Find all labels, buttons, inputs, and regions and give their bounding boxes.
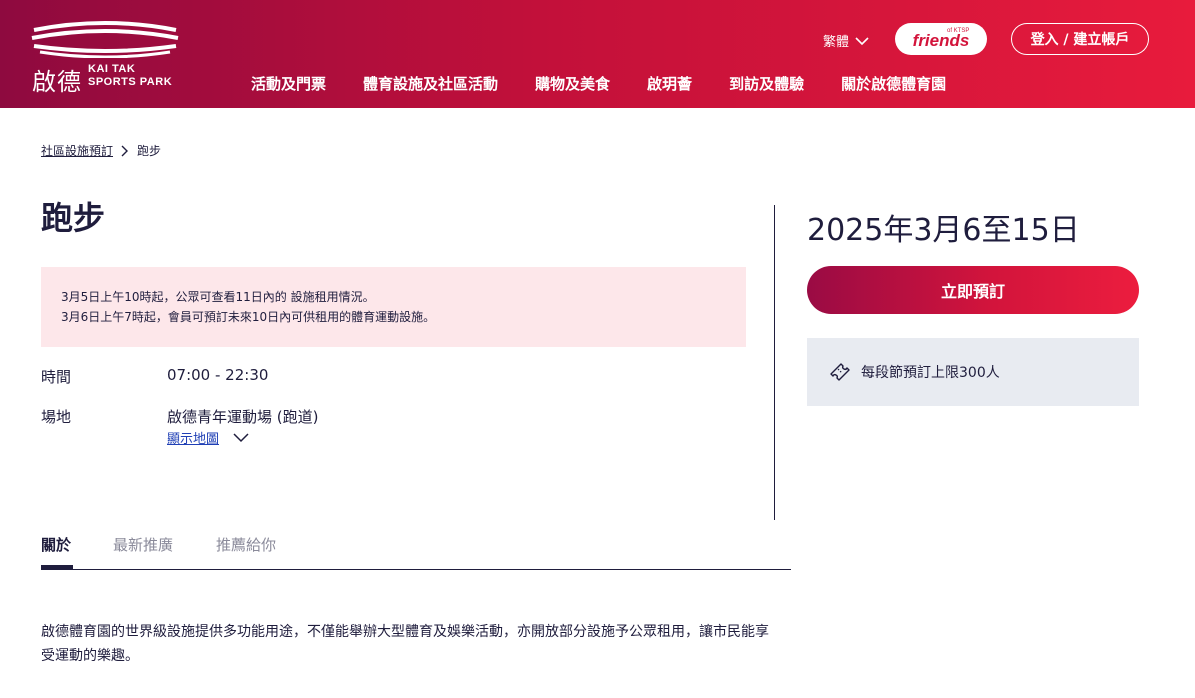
- time-value: 07:00 - 22:30: [167, 366, 269, 384]
- friends-label: friends: [912, 31, 970, 50]
- nav-item-visit[interactable]: 到訪及體驗: [729, 73, 804, 94]
- logo-english-name: KAI TAK SPORTS PARK: [88, 63, 172, 89]
- language-selector[interactable]: 繁體: [823, 31, 869, 50]
- logo-english-line1: KAI TAK: [88, 63, 136, 75]
- venue-label: 場地: [41, 408, 72, 426]
- chevron-down-icon: [855, 36, 869, 45]
- nav-item-about[interactable]: 關於啟德體育園: [841, 73, 946, 94]
- book-now-button[interactable]: 立即預訂: [807, 266, 1139, 314]
- nav-item-facilities[interactable]: 體育設施及社區活動: [363, 73, 498, 94]
- site-header: 啟德 KAI TAK SPORTS PARK 繁體 of KTSP friend…: [0, 0, 1195, 108]
- vertical-divider: [774, 205, 775, 520]
- quota-text: 每段節預訂上限300人: [861, 365, 1000, 381]
- notice-line-2: 3月6日上午7時起，會員可預訂未來10日內可供租用的體育運動設施。: [61, 310, 436, 324]
- nav-item-events[interactable]: 活動及門票: [251, 73, 326, 94]
- time-label: 時間: [41, 368, 72, 386]
- ticket-icon: [830, 363, 850, 381]
- tab-recommended[interactable]: 推薦給你: [216, 534, 276, 555]
- notice-banner: 3月5日上午10時起，公眾可查看11日內的 設施租用情況。 3月6日上午7時起，…: [41, 267, 746, 347]
- main-nav: 活動及門票 體育設施及社區活動 購物及美食 啟玥薈 到訪及體驗 關於啟德體育園: [251, 73, 946, 94]
- site-logo[interactable]: 啟德 KAI TAK SPORTS PARK: [30, 18, 180, 96]
- chevron-right-icon: [121, 145, 129, 156]
- chevron-down-icon: [233, 432, 249, 442]
- logo-chinese-name: 啟德: [32, 68, 82, 96]
- notice-line-1: 3月5日上午10時起，公眾可查看11日內的 設施租用情況。: [61, 290, 375, 304]
- content-tabs: 關於 最新推廣 推薦給你: [41, 534, 791, 570]
- nav-item-shopping[interactable]: 購物及美食: [535, 73, 610, 94]
- friends-button[interactable]: of KTSP friends: [895, 23, 987, 55]
- page-title: 跑步: [41, 199, 106, 237]
- booking-date-range: 2025年3月6至15日: [807, 213, 1080, 248]
- booking-quota-box: 每段節預訂上限300人: [807, 338, 1139, 406]
- active-tab-indicator: [41, 565, 73, 569]
- login-button[interactable]: 登入 / 建立帳戶: [1011, 23, 1149, 55]
- about-description: 啟德體育園的世界級設施提供多功能用途，不僅能舉辦大型體育及娛樂活動，亦開放部分設…: [41, 624, 769, 664]
- breadcrumb-parent-link[interactable]: 社區設施預訂: [41, 142, 113, 159]
- breadcrumb-current: 跑步: [137, 144, 162, 158]
- nav-item-membership[interactable]: 啟玥薈: [647, 73, 692, 94]
- tab-about[interactable]: 關於: [41, 534, 71, 555]
- show-map-label: 顯示地圖: [167, 432, 220, 447]
- language-label: 繁體: [823, 35, 850, 50]
- breadcrumb: 社區設施預訂 跑步: [41, 142, 161, 159]
- show-map-link[interactable]: 顯示地圖: [167, 428, 249, 447]
- stadium-logo-icon: [31, 21, 179, 58]
- venue-value: 啟德青年運動場 (跑道): [167, 408, 319, 426]
- friends-superscript: of KTSP: [947, 28, 970, 34]
- tab-latest-promotions[interactable]: 最新推廣: [113, 534, 173, 555]
- logo-english-line2: SPORTS PARK: [88, 76, 173, 88]
